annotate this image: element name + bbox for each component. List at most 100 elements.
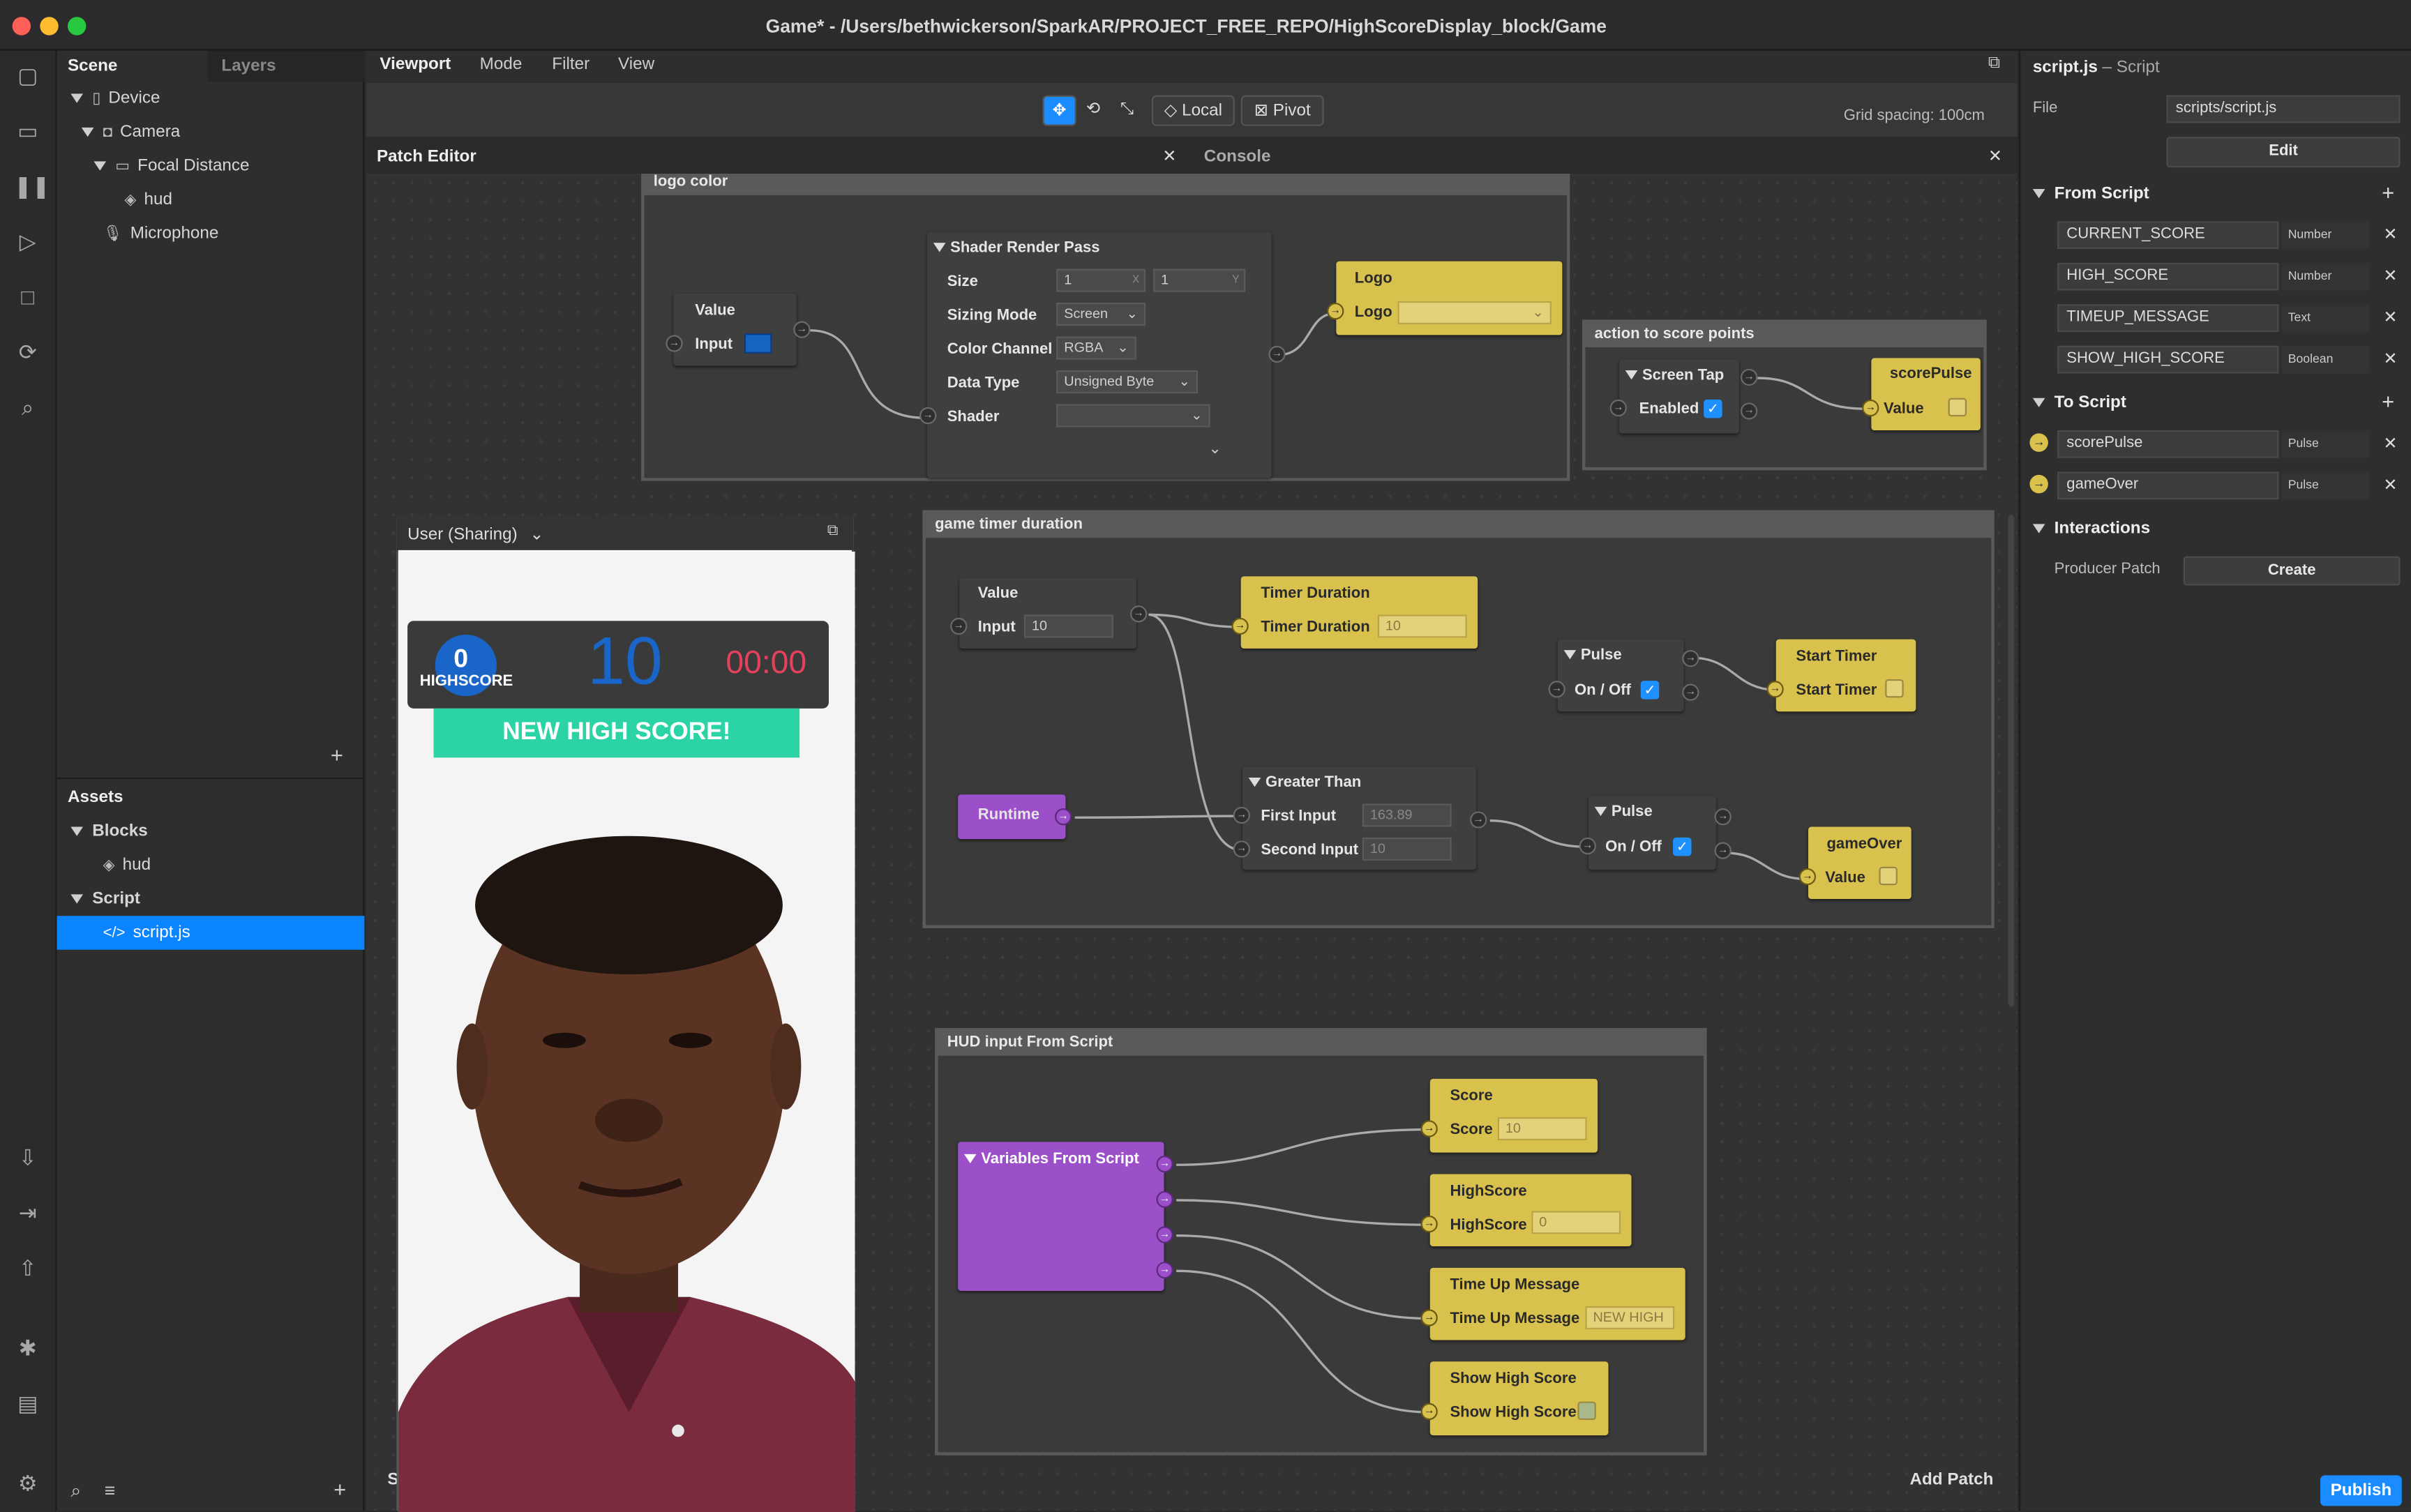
from-var-name[interactable]: TIMEUP_MESSAGE	[2057, 304, 2279, 332]
time-up-message-field[interactable]: NEW HIGH	[1585, 1306, 1675, 1330]
input-port[interactable]: →	[1798, 868, 1817, 886]
add-to-script-icon[interactable]: +	[2382, 388, 2394, 413]
patch-node-variables-from-script[interactable]: Variables From Script → → → →	[958, 1142, 1173, 1291]
input-port[interactable]: →	[1420, 1403, 1438, 1421]
add-patch-button[interactable]: Add Patch	[1909, 1471, 1993, 1489]
value-checkbox[interactable]	[1948, 398, 1967, 417]
console-title[interactable]: Console	[1204, 148, 1271, 166]
input-port[interactable]: →	[919, 407, 937, 425]
expand-icon[interactable]	[2032, 398, 2045, 408]
close-window-button[interactable]	[12, 17, 31, 36]
tree-item-hud[interactable]: ◈ hud	[125, 188, 172, 212]
move-tool-icon[interactable]: ✥	[1042, 95, 1076, 126]
tree-item-focal-distance[interactable]: ▭ Focal Distance	[93, 153, 250, 178]
on-off-checkbox[interactable]: ✓	[1673, 837, 1692, 856]
to-var-type[interactable]: Pulse	[2281, 471, 2370, 500]
device-icon[interactable]: □	[14, 285, 42, 309]
popout-icon[interactable]: ⧉	[827, 522, 839, 539]
output-port[interactable]: →	[1156, 1156, 1173, 1173]
settings-icon[interactable]: ⚙	[14, 1471, 42, 1495]
upload-icon[interactable]: ⇧	[14, 1255, 42, 1280]
vertical-scrollbar[interactable]	[2008, 515, 2015, 1007]
patch-node-high-score[interactable]: HighScore → HighScore 0	[1420, 1174, 1632, 1247]
output-port[interactable]: →	[1156, 1226, 1173, 1243]
input-port[interactable]: →	[1231, 617, 1249, 635]
patch-node-value[interactable]: Value → Input →	[666, 293, 811, 366]
rotate-tool-icon[interactable]: ⟲	[1078, 96, 1109, 126]
add-from-script-icon[interactable]: +	[2382, 180, 2394, 204]
remove-icon[interactable]: ✕	[2383, 266, 2397, 285]
tab-layers[interactable]: Layers	[221, 51, 276, 82]
tree-item-camera[interactable]: ◘ Camera	[81, 120, 180, 144]
from-var-type[interactable]: Number	[2281, 262, 2370, 291]
logo-texture-field[interactable]: ⌄	[1397, 301, 1552, 324]
tree-item-blocks[interactable]: Blocks	[70, 819, 148, 843]
show-high-score-checkbox[interactable]	[1577, 1401, 1596, 1421]
collapse-icon[interactable]	[963, 1154, 977, 1164]
output-port[interactable]: →	[1130, 605, 1148, 623]
tab-viewport[interactable]: Viewport	[380, 55, 451, 73]
patch-node-shader-render-pass[interactable]: Shader Render Pass Size 1X 1Y Sizing Mod…	[919, 232, 1286, 478]
zoom-window-button[interactable]	[67, 17, 87, 36]
publish-button[interactable]: Publish	[2320, 1475, 2402, 1506]
color-swatch[interactable]	[744, 333, 772, 354]
value-input-field[interactable]: 10	[1023, 614, 1113, 638]
to-var-name[interactable]: gameOver	[2057, 471, 2279, 500]
start-timer-checkbox[interactable]	[1885, 679, 1904, 698]
on-off-checkbox[interactable]: ✓	[1640, 681, 1660, 700]
value-checkbox[interactable]	[1879, 866, 1898, 886]
enabled-checkbox[interactable]: ✓	[1704, 399, 1722, 418]
search-icon[interactable]: ⌕	[14, 395, 42, 419]
asset-hud[interactable]: ◈ hud	[103, 853, 151, 877]
input-port[interactable]: →	[1420, 1215, 1438, 1233]
input-port[interactable]: →	[1548, 681, 1565, 698]
collapse-icon[interactable]	[933, 243, 946, 253]
edit-button[interactable]: Edit	[2166, 137, 2401, 168]
patch-node-pulse[interactable]: Pulse → On / Off ✓ → →	[1548, 639, 1699, 712]
color-channel-select[interactable]: RGBA ⌄	[1056, 336, 1136, 360]
tree-item-device[interactable]: ▯ Device	[70, 86, 160, 110]
camera-icon[interactable]: ▭	[14, 119, 42, 143]
size-y-field[interactable]: 1Y	[1153, 269, 1246, 292]
collapse-icon[interactable]	[1594, 807, 1607, 817]
high-score-field[interactable]: 0	[1531, 1211, 1621, 1234]
expand-icon[interactable]	[81, 128, 94, 137]
input-port[interactable]: →	[1233, 840, 1250, 858]
from-var-type[interactable]: Text	[2281, 304, 2370, 332]
output-port[interactable]: →	[1714, 842, 1732, 859]
remove-icon[interactable]: ✕	[2383, 349, 2397, 368]
local-button[interactable]: ◇ Local	[1151, 95, 1235, 126]
interactions-section[interactable]: Interactions	[2032, 520, 2150, 538]
expand-icon[interactable]	[2032, 524, 2045, 534]
from-var-name[interactable]: SHOW_HIGH_SCORE	[2057, 345, 2279, 374]
docs-icon[interactable]: ▤	[14, 1391, 42, 1415]
bug-icon[interactable]: ✱	[14, 1336, 42, 1360]
remove-icon[interactable]: ✕	[2383, 475, 2397, 494]
refresh-icon[interactable]: ⟳	[14, 340, 42, 364]
timer-duration-field[interactable]: 10	[1377, 614, 1467, 638]
data-type-select[interactable]: Unsigned Byte ⌄	[1056, 370, 1198, 394]
to-var-name[interactable]: scorePulse	[2057, 430, 2279, 458]
expand-icon[interactable]	[70, 826, 84, 836]
tab-scene[interactable]: Scene	[68, 51, 117, 82]
from-var-type[interactable]: Boolean	[2281, 345, 2370, 374]
collapse-icon[interactable]	[1563, 650, 1577, 660]
patch-node-score[interactable]: Score → Score 10	[1420, 1078, 1598, 1153]
columns-icon[interactable]: ❚❚	[14, 174, 50, 198]
tree-item-script[interactable]: Script	[70, 886, 140, 911]
output-port[interactable]: →	[1470, 811, 1487, 829]
patch-node-greater-than[interactable]: Greater Than → First Input 163.89 → Seco…	[1233, 766, 1487, 870]
score-field[interactable]: 10	[1497, 1117, 1587, 1140]
patch-node-value-timer[interactable]: Value → Input 10 →	[950, 577, 1148, 649]
patch-node-show-high-score[interactable]: Show High Score → Show High Score	[1420, 1361, 1609, 1436]
tree-item-microphone[interactable]: 🎙 Microphone	[103, 221, 219, 245]
patch-node-screen-tap[interactable]: Screen Tap → Enabled ✓ → →	[1609, 359, 1758, 434]
input-port[interactable]: →	[1327, 303, 1344, 320]
from-var-type[interactable]: Number	[2281, 221, 2370, 249]
input-port[interactable]: →	[1420, 1309, 1438, 1326]
input-port[interactable]: →	[666, 335, 683, 352]
patch-node-logo[interactable]: Logo → Logo ⌄	[1327, 261, 1563, 335]
send-to-device-icon[interactable]: ⇥	[14, 1200, 42, 1225]
popout-icon[interactable]: ⧉	[1988, 54, 2000, 74]
remove-icon[interactable]: ✕	[2383, 225, 2397, 244]
